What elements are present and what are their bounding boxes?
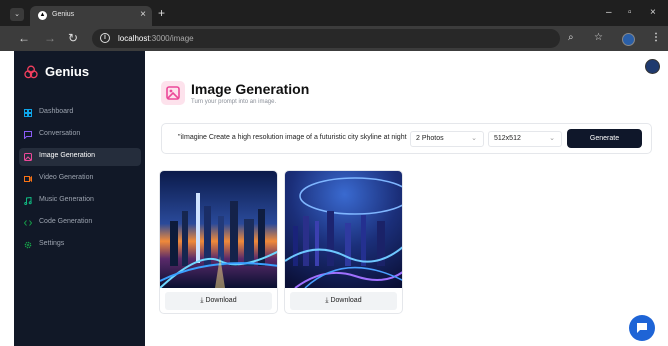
amount-select-value: 2 Photos bbox=[416, 135, 444, 142]
sidebar-item-image-generation[interactable]: Image Generation bbox=[19, 148, 141, 166]
sidebar-item-label: Dashboard bbox=[39, 108, 74, 115]
tab-close-icon[interactable]: × bbox=[140, 9, 146, 20]
sidebar-item-label: Image Generation bbox=[39, 152, 96, 159]
code-icon bbox=[24, 220, 32, 226]
chat-icon bbox=[24, 131, 32, 139]
sidebar: Genius Dashboard Conversation Image Gene… bbox=[14, 51, 145, 346]
forward-icon[interactable]: → bbox=[44, 32, 56, 44]
more-icon[interactable]: ⋮ bbox=[651, 32, 661, 44]
sidebar-item-label: Settings bbox=[39, 240, 65, 247]
chevron-down-icon: ⌄ bbox=[471, 135, 477, 142]
search-icon[interactable]: ⌕ bbox=[568, 32, 574, 44]
tab-search-icon[interactable]: ⌄ bbox=[10, 8, 24, 21]
settings-icon bbox=[24, 241, 32, 249]
new-tab-button[interactable]: + bbox=[158, 7, 165, 19]
video-icon bbox=[24, 175, 32, 183]
minimize-button[interactable]: – bbox=[606, 7, 612, 19]
brand-name: Genius bbox=[45, 64, 90, 79]
star-icon[interactable]: ☆ bbox=[594, 32, 603, 44]
browser-tab-bar: ⌄ ▲ Genius × + – ▫ × bbox=[0, 0, 668, 26]
address-bar[interactable]: i localhost:3000/image bbox=[92, 29, 560, 48]
download-button[interactable]: ⤓ Download bbox=[290, 292, 397, 310]
main-content: Image Generation Turn your prompt into a… bbox=[145, 51, 668, 346]
music-icon bbox=[24, 197, 32, 205]
image-card: ⤓ Download bbox=[284, 170, 403, 314]
sidebar-item-label: Music Generation bbox=[39, 196, 94, 203]
dashboard-icon bbox=[24, 109, 32, 117]
sidebar-item-settings[interactable]: Settings bbox=[19, 236, 141, 254]
tab-favicon-icon: ▲ bbox=[38, 11, 47, 20]
sidebar-item-label: Code Generation bbox=[39, 218, 93, 225]
resolution-select[interactable]: 512x512 ⌄ bbox=[488, 131, 562, 147]
sidebar-item-label: Video Generation bbox=[39, 174, 94, 181]
logo-icon bbox=[24, 65, 38, 79]
resolution-select-value: 512x512 bbox=[494, 135, 521, 142]
heading-image-icon bbox=[161, 81, 185, 105]
user-avatar[interactable] bbox=[645, 59, 660, 74]
url-text: localhost:3000/image bbox=[118, 34, 194, 43]
image-icon bbox=[24, 153, 32, 161]
reload-icon[interactable]: ↻ bbox=[68, 32, 78, 44]
info-icon[interactable]: i bbox=[100, 33, 110, 43]
sidebar-item-video-generation[interactable]: Video Generation bbox=[19, 170, 141, 188]
sidebar-item-dashboard[interactable]: Dashboard bbox=[19, 104, 141, 122]
browser-toolbar: ← → ↻ i localhost:3000/image ⌕ ☆ ⋮ bbox=[0, 26, 668, 51]
generate-button[interactable]: Generate bbox=[567, 129, 642, 148]
back-icon[interactable]: ← bbox=[18, 32, 30, 44]
download-button[interactable]: ⤓ Download bbox=[165, 292, 272, 310]
page-subtitle: Turn your prompt into an image. bbox=[191, 99, 277, 105]
prompt-input[interactable]: "iImagine Create a high resolution image… bbox=[178, 134, 407, 141]
close-window-button[interactable]: × bbox=[650, 7, 656, 19]
download-label: Download bbox=[330, 297, 362, 304]
browser-tab[interactable]: ▲ Genius × bbox=[30, 6, 152, 26]
sidebar-item-music-generation[interactable]: Music Generation bbox=[19, 192, 141, 210]
chat-support-button[interactable] bbox=[629, 315, 655, 341]
page-title: Image Generation bbox=[191, 81, 310, 97]
download-label: Download bbox=[205, 297, 237, 304]
generation-form: "iImagine Create a high resolution image… bbox=[161, 123, 652, 154]
chat-bubble-icon bbox=[637, 323, 647, 333]
tab-title: Genius bbox=[52, 11, 75, 18]
sidebar-item-label: Conversation bbox=[39, 130, 81, 137]
profile-icon[interactable] bbox=[622, 33, 635, 46]
restore-button[interactable]: ▫ bbox=[628, 7, 632, 19]
generated-image bbox=[285, 171, 402, 288]
image-card: ⤓ Download bbox=[159, 170, 278, 314]
amount-select[interactable]: 2 Photos ⌄ bbox=[410, 131, 484, 147]
chevron-down-icon: ⌄ bbox=[549, 135, 555, 142]
generated-image bbox=[160, 171, 277, 288]
sidebar-item-code-generation[interactable]: Code Generation bbox=[19, 214, 141, 232]
app-page: Genius Dashboard Conversation Image Gene… bbox=[0, 51, 668, 346]
sidebar-item-conversation[interactable]: Conversation bbox=[19, 126, 141, 144]
